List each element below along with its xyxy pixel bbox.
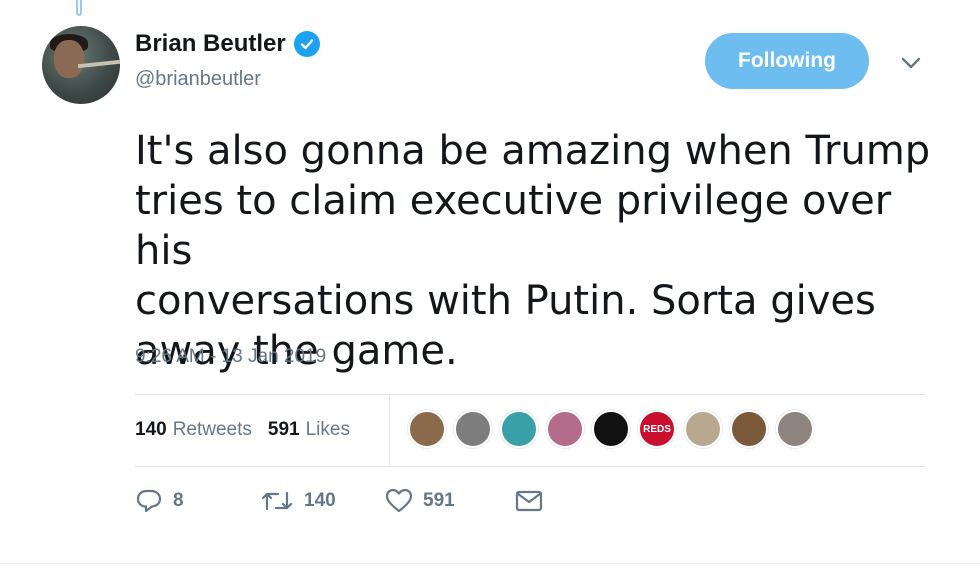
reply-icon xyxy=(136,489,162,513)
reply-button[interactable]: 8 xyxy=(135,488,260,514)
retweet-count: 140 xyxy=(304,490,336,511)
following-button[interactable]: Following xyxy=(705,33,869,89)
tweet-text: It's also gonna be amazing when Trump tr… xyxy=(135,128,931,374)
likes-count: 591 xyxy=(267,419,300,440)
retweets-label: Retweets xyxy=(172,419,252,440)
tweet-stats: 140 Retweets 591 Likes xyxy=(135,395,350,465)
verified-badge-icon xyxy=(293,31,320,57)
likes-stat[interactable]: 591 Likes xyxy=(268,419,350,441)
liker-avatar-text: REDS xyxy=(643,423,671,435)
author-handle[interactable]: @brianbeutler xyxy=(135,68,261,91)
avatar[interactable] xyxy=(42,26,120,104)
liker-avatar[interactable] xyxy=(684,410,722,448)
liker-avatar[interactable] xyxy=(500,410,538,448)
like-button[interactable]: 591 xyxy=(385,488,515,514)
liker-avatar[interactable]: REDS xyxy=(638,410,676,448)
liker-avatar[interactable] xyxy=(546,410,584,448)
liker-avatar[interactable] xyxy=(408,410,446,448)
thread-connector xyxy=(76,0,82,16)
retweets-count: 140 xyxy=(135,419,167,440)
reply-count: 8 xyxy=(173,490,184,511)
stats-bottom-divider xyxy=(135,466,925,467)
retweet-button[interactable]: 140 xyxy=(260,489,385,513)
tweet-actions: 8 140 591 xyxy=(135,488,543,514)
author-name-row: Brian Beutler xyxy=(135,30,320,58)
liker-avatar[interactable] xyxy=(592,410,630,448)
direct-message-button[interactable] xyxy=(515,490,543,512)
retweets-stat[interactable]: 140 Retweets xyxy=(135,419,252,441)
tweet-bottom-border xyxy=(0,563,980,564)
retweet-icon xyxy=(261,491,293,511)
liker-avatar[interactable] xyxy=(730,410,768,448)
tweet-timestamp[interactable]: 9:26 AM - 13 Jan 2019 xyxy=(135,346,326,368)
liker-avatars: REDS xyxy=(408,410,814,448)
stats-separator xyxy=(389,395,390,466)
envelope-icon xyxy=(515,490,543,512)
liker-avatar[interactable] xyxy=(454,410,492,448)
chevron-down-icon[interactable] xyxy=(898,52,924,74)
likes-label: Likes xyxy=(305,419,350,440)
heart-icon xyxy=(385,488,413,513)
like-count: 591 xyxy=(423,490,455,511)
liker-avatar[interactable] xyxy=(776,410,814,448)
author-display-name[interactable]: Brian Beutler xyxy=(135,30,286,58)
